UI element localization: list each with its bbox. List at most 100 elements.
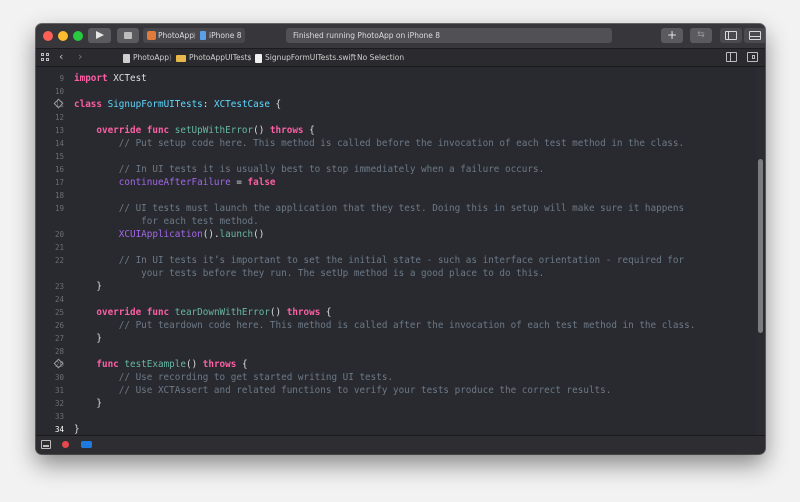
code-line[interactable]: for each test method. [36,215,756,228]
code-line[interactable]: 30 // Use recording to get started writi… [36,371,756,384]
iphone-icon [200,31,206,40]
code-token: // Put setup code here. This method is c… [74,138,685,149]
line-number: 31 [54,386,64,395]
library-add-button[interactable]: + [661,28,683,43]
run-button[interactable] [88,28,111,43]
code-line[interactable]: 25 override func tearDownWithError() thr… [36,306,756,319]
bottom-panel-icon [749,31,761,40]
app-icon [147,31,156,40]
debug-area-toggle-button[interactable] [744,28,765,43]
code-token: () [253,125,270,136]
scrollbar-thumb[interactable] [758,159,763,333]
code-line[interactable]: 15 [36,150,756,163]
code-text: } [74,423,80,435]
error-indicator-icon[interactable] [62,441,69,448]
code-line[interactable]: 18 [36,189,756,202]
code-line[interactable]: 27 } [36,332,756,345]
related-items-icon[interactable] [41,53,50,62]
code-text: // Use recording to get started writing … [74,371,393,384]
code-line[interactable]: 10 [36,85,756,98]
source-editor[interactable]: 9 import XCTest 10 11 class SignupFormUITest… [36,67,765,435]
code-line[interactable]: 16 // In UI tests it is usually best to … [36,163,756,176]
code-token: // In UI tests it is usually best to sto… [74,164,545,175]
code-line[interactable]: 26 // Put teardown code here. This metho… [36,319,756,332]
zoom-window-button[interactable] [73,31,83,41]
code-text: func testExample() throws { [74,358,247,371]
code-text: // Put teardown code here. This method i… [74,319,696,332]
code-token: SignupFormUITests [107,99,203,110]
code-line[interactable]: 14 // Put setup code here. This method i… [36,137,756,150]
code-token: // Use recording to get started writing … [74,372,394,383]
breadcrumb-group[interactable]: PhotoAppUITests [176,52,251,63]
code-token: () [185,359,203,370]
code-line[interactable]: 20 XCUIApplication().launch() [36,228,756,241]
code-text: for each test method. [74,215,259,228]
add-editor-icon[interactable] [747,52,758,62]
close-window-button[interactable] [43,31,53,41]
code-token: class [74,99,102,110]
code-token: } [74,281,102,292]
code-token: setUpWithError [174,125,254,136]
code-token: your tests before they run. The setUp me… [74,268,545,279]
code-text: // Use XCTAssert and related functions t… [74,384,612,397]
line-number: 18 [54,191,64,200]
line-number: 12 [54,113,64,122]
code-line[interactable]: 29 func testExample() throws { [36,358,756,371]
minimize-window-button[interactable] [58,31,68,41]
code-token: throws [269,125,304,136]
breadcrumb-symbol[interactable]: No Selection [357,52,404,63]
code-text: // In UI tests it’s important to set the… [74,254,684,267]
stop-button[interactable] [117,28,139,43]
code-token: testExample [124,359,186,370]
code-token: tearDownWithError [174,307,270,318]
code-token: // Use XCTAssert and related functions t… [74,385,612,396]
code-line[interactable]: 13 override func setUpWithError() throws… [36,124,756,137]
breakpoints-toggle-icon[interactable] [81,441,92,448]
code-line[interactable]: 12 [36,111,756,124]
line-number: 27 [54,334,64,343]
code-token: override func [96,307,170,318]
code-line[interactable]: 33 [36,410,756,423]
code-line[interactable]: 34} [36,423,756,435]
code-token: launch [219,229,254,240]
line-number: 33 [54,412,64,421]
code-line[interactable]: 31 // Use XCTAssert and related function… [36,384,756,397]
breadcrumb-project[interactable]: PhotoApp [123,52,169,63]
code-line[interactable]: 17 continueAfterFailure = false [36,176,756,189]
hide-debug-area-icon[interactable] [41,440,51,449]
forward-button[interactable]: › [78,50,82,63]
code-line[interactable]: your tests before they run. The setUp me… [36,267,756,280]
code-line[interactable]: 32 } [36,397,756,410]
code-text: continueAfterFailure = false [74,176,276,189]
code-token: } [74,424,80,435]
stop-icon [124,32,132,39]
code-line[interactable]: 24 [36,293,756,306]
code-review-button[interactable]: ⇆ [690,28,712,43]
breadcrumb-file[interactable]: SignupFormUITests.swift [255,52,356,63]
code-token: XCTest [107,73,147,84]
code-text: } [74,332,102,345]
code-line[interactable]: 23 } [36,280,756,293]
code-line[interactable]: 28 [36,345,756,358]
code-text: // UI tests must launch the application … [74,202,684,215]
adjust-editor-options-icon[interactable] [726,52,737,62]
code-token: XCUIApplication [118,229,203,240]
back-button[interactable]: ‹ [59,50,63,63]
code-token: continueAfterFailure [118,177,231,188]
code-line[interactable]: 21 [36,241,756,254]
code-token: import [74,73,108,84]
scheme-separator: ⟩ [193,31,196,40]
code-line[interactable]: 9 import XCTest [36,72,756,85]
code-line[interactable]: 19 // UI tests must launch the applicati… [36,202,756,215]
code-token: // In UI tests it’s important to set the… [74,255,685,266]
code-line[interactable]: 11 class SignupFormUITests: XCTestCase { [36,98,756,111]
navigator-toggle-button[interactable] [720,28,742,43]
scheme-selector[interactable]: PhotoApp ⟩ iPhone 8 [143,28,245,43]
code-line[interactable]: 22 // In UI tests it’s important to set … [36,254,756,267]
code-token: = [230,177,248,188]
